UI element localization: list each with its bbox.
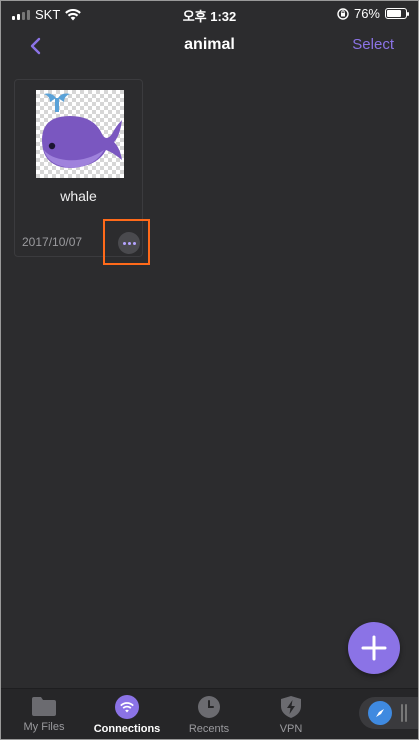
plus-icon — [361, 635, 387, 661]
orientation-lock-icon — [337, 7, 349, 20]
status-bar: SKT 오후 1:32 76% — [0, 0, 419, 28]
battery-icon — [385, 8, 409, 19]
battery-percent: 76% — [353, 6, 380, 21]
select-button[interactable]: Select — [352, 36, 394, 53]
tab-my-files[interactable]: My Files — [4, 695, 84, 733]
tab-vpn[interactable]: VPN — [251, 695, 331, 735]
file-name: whale — [60, 188, 97, 204]
tab-connections[interactable]: Connections — [87, 695, 167, 735]
wifi-icon — [115, 695, 139, 719]
tab-recents[interactable]: Recents — [169, 695, 249, 735]
grip-handle-icon[interactable] — [401, 704, 409, 722]
shield-bolt-icon — [281, 696, 301, 718]
highlight-box — [103, 219, 150, 265]
clock-icon — [198, 696, 220, 718]
file-date: 2017/10/07 — [22, 235, 83, 249]
navigation-bar: animal Select — [0, 28, 419, 64]
whale-icon — [42, 93, 122, 168]
tab-bar: My Files Connections Recents VPN — [0, 688, 419, 740]
tab-label: Connections — [93, 723, 161, 735]
tab-label: Recents — [188, 723, 230, 735]
tab-label: My Files — [23, 721, 65, 733]
compass-icon — [368, 701, 392, 725]
status-right: 76% — [337, 6, 409, 21]
add-button[interactable] — [348, 622, 400, 674]
tab-label: VPN — [279, 723, 303, 735]
assistive-widget[interactable] — [359, 697, 419, 729]
file-thumbnail — [36, 90, 124, 178]
folder-icon — [32, 697, 56, 716]
